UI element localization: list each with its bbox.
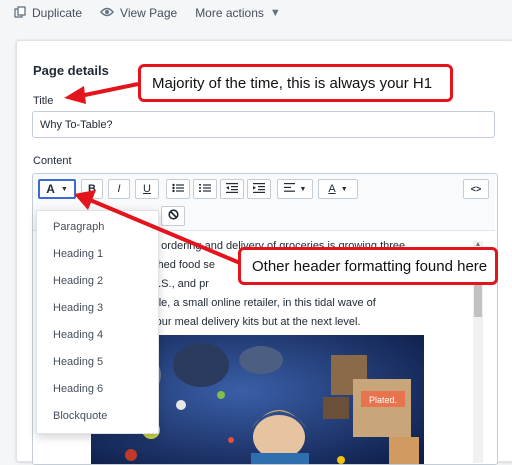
bullet-list-icon bbox=[172, 183, 184, 196]
align-dropdown[interactable]: ▼ bbox=[277, 179, 313, 199]
title-input[interactable]: Why To-Table? bbox=[32, 111, 495, 138]
duplicate-icon bbox=[14, 5, 26, 21]
duplicate-button[interactable]: Duplicate bbox=[14, 5, 83, 21]
numbered-list-icon bbox=[199, 183, 211, 196]
numbered-list-button[interactable] bbox=[193, 179, 217, 199]
align-left-icon bbox=[283, 183, 295, 195]
title-annotation-text: Majority of the time, this is always you… bbox=[152, 74, 433, 92]
menu-item-heading-6[interactable]: Heading 6 bbox=[53, 383, 103, 395]
content-label: Content bbox=[33, 155, 72, 167]
heading-format-menu: Paragraph Heading 1 Heading 2 Heading 3 … bbox=[36, 210, 159, 434]
underline-label: U bbox=[143, 183, 151, 195]
caret-down-icon: ▼ bbox=[60, 185, 68, 193]
bold-button[interactable]: B bbox=[81, 179, 103, 199]
underline-button[interactable]: U bbox=[135, 179, 159, 199]
menu-item-blockquote[interactable]: Blockquote bbox=[53, 410, 107, 422]
menu-item-heading-1[interactable]: Heading 1 bbox=[53, 248, 103, 260]
bold-label: B bbox=[88, 183, 96, 195]
title-annotation-callout: Majority of the time, this is always you… bbox=[138, 64, 453, 102]
menu-annotation-text: Other header formatting found here bbox=[252, 257, 488, 275]
outdent-button[interactable] bbox=[220, 179, 244, 199]
duplicate-label: Duplicate bbox=[32, 6, 83, 20]
menu-item-paragraph[interactable]: Paragraph bbox=[53, 221, 104, 233]
clear-formatting-button[interactable] bbox=[161, 206, 185, 226]
view-page-button[interactable]: View Page bbox=[100, 6, 177, 20]
section-title: Page details bbox=[33, 63, 109, 78]
menu-item-heading-5[interactable]: Heading 5 bbox=[53, 356, 103, 368]
menu-item-heading-4[interactable]: Heading 4 bbox=[53, 329, 103, 341]
indent-icon bbox=[253, 182, 265, 196]
box-label: Plated. bbox=[369, 395, 397, 405]
menu-annotation-callout: Other header formatting found here bbox=[238, 247, 498, 285]
caret-down-icon: ▼ bbox=[299, 185, 307, 193]
heading-format-label: A bbox=[46, 182, 55, 196]
heading-format-button[interactable]: A ▼ bbox=[38, 179, 76, 199]
title-label: Title bbox=[33, 95, 54, 107]
indent-button[interactable] bbox=[247, 179, 271, 199]
italic-button[interactable]: I bbox=[108, 179, 130, 199]
more-actions-label: More actions bbox=[195, 6, 264, 20]
top-action-bar: Duplicate View Page More actions ▼ bbox=[0, 0, 512, 26]
caret-down-icon: ▼ bbox=[340, 185, 348, 193]
caret-down-icon: ▼ bbox=[269, 7, 281, 19]
code-label: <> bbox=[470, 184, 482, 194]
menu-item-heading-2[interactable]: Heading 2 bbox=[53, 275, 103, 287]
view-page-label: View Page bbox=[120, 6, 178, 20]
source-code-button[interactable]: <> bbox=[463, 179, 489, 199]
eye-icon bbox=[100, 7, 114, 20]
outdent-icon bbox=[226, 182, 238, 196]
text-line: e your meal delivery kits but at the nex… bbox=[141, 316, 361, 328]
menu-item-heading-3[interactable]: Heading 3 bbox=[53, 302, 103, 314]
text-color-icon: A bbox=[328, 183, 336, 195]
clear-formatting-icon bbox=[167, 209, 179, 223]
text-color-dropdown[interactable]: A ▼ bbox=[318, 179, 358, 199]
more-actions-button[interactable]: More actions ▼ bbox=[195, 6, 281, 20]
bullet-list-button[interactable] bbox=[166, 179, 190, 199]
italic-label: I bbox=[117, 183, 121, 195]
text-line: Table, a small online retailer, in this … bbox=[141, 297, 376, 309]
